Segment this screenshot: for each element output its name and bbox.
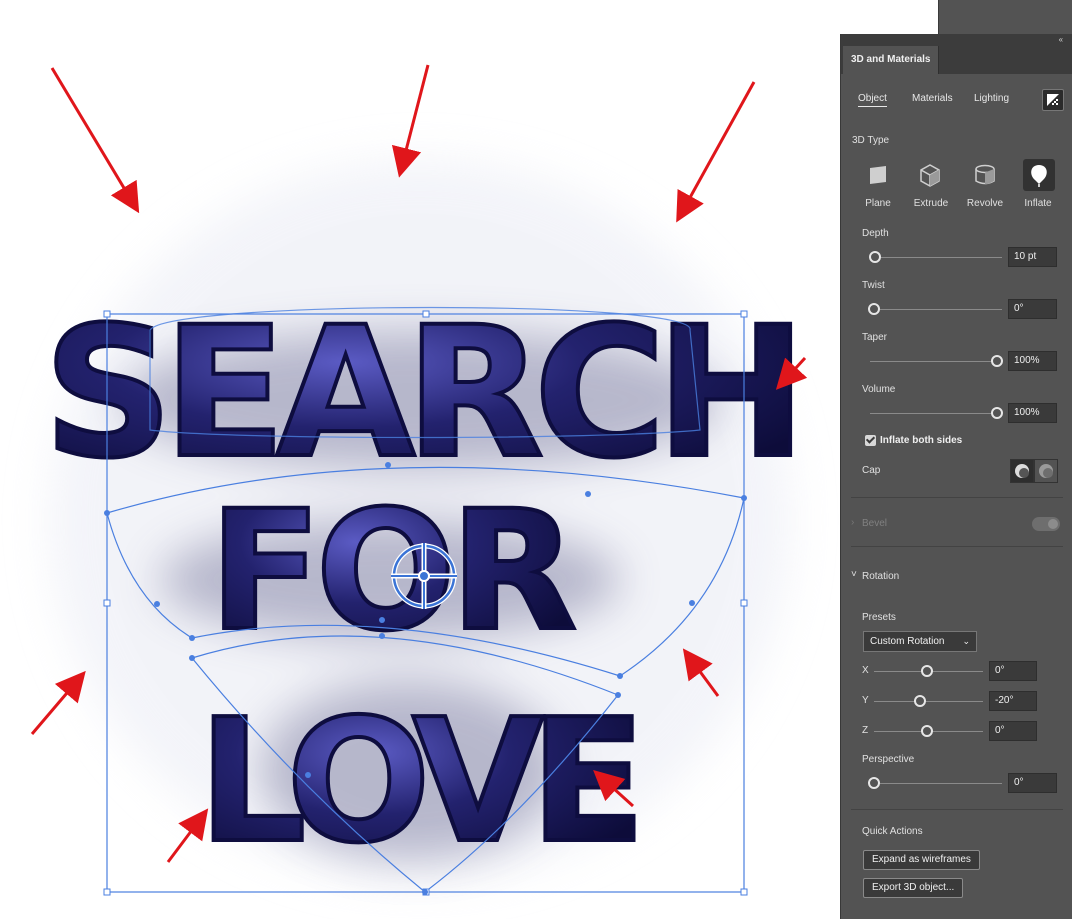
app-frame-corner	[938, 0, 1072, 34]
z-slider-thumb[interactable]	[921, 725, 933, 737]
chevron-down-icon: ⌄	[962, 636, 970, 646]
z-label: Z	[862, 725, 869, 736]
type-inflate-button[interactable]	[1023, 159, 1055, 191]
rotation-chevron-icon[interactable]: ˅	[851, 569, 857, 580]
cap-label: Cap	[862, 465, 881, 476]
3d-type-label: 3D Type	[852, 135, 890, 146]
type-plane-button[interactable]	[862, 159, 894, 191]
extrude-icon	[920, 164, 940, 187]
love-word: LOVE	[198, 683, 634, 881]
collapse-icon[interactable]: ‹‹	[1059, 35, 1063, 44]
depth-slider-thumb[interactable]	[869, 251, 881, 263]
z-field[interactable]: 0°	[989, 721, 1037, 741]
puffy-text-search: SEARCH	[41, 287, 808, 500]
twist-slider-track[interactable]	[870, 309, 1002, 310]
volume-slider-thumb[interactable]	[991, 407, 1003, 419]
type-plane-label: Plane	[865, 198, 891, 209]
inflate-both-sides-checkbox[interactable]	[865, 435, 876, 446]
volume-slider-track[interactable]	[870, 413, 1002, 414]
inflate-both-sides-label: Inflate both sides	[880, 435, 963, 446]
tab-lighting[interactable]: Lighting	[974, 93, 1009, 104]
type-revolve-label: Revolve	[966, 198, 1004, 209]
tab-materials[interactable]: Materials	[912, 93, 953, 104]
depth-label: Depth	[862, 228, 889, 239]
tab-object[interactable]: Object	[858, 93, 887, 107]
panel-tabbar: 3D and Materials	[841, 46, 1072, 74]
bevel-chevron-icon[interactable]: ›	[851, 517, 854, 528]
rotation-label[interactable]: Rotation	[862, 571, 899, 582]
volume-field[interactable]: 100%	[1008, 403, 1057, 423]
divider	[851, 497, 1063, 498]
y-label: Y	[862, 695, 869, 706]
type-extrude-label: Extrude	[913, 198, 949, 209]
cap-off-icon	[1039, 464, 1053, 478]
volume-label: Volume	[862, 384, 896, 395]
presets-label: Presets	[862, 612, 896, 623]
perspective-slider-thumb[interactable]	[868, 777, 880, 789]
y-slider-track[interactable]	[874, 701, 983, 702]
inflate-icon	[1031, 165, 1047, 187]
y-field[interactable]: -20°	[989, 691, 1037, 711]
arrow-icon	[30, 670, 86, 735]
rotation-preset-select[interactable]: Custom Rotation ⌄	[863, 631, 977, 652]
bevel-label[interactable]: Bevel	[862, 518, 887, 529]
arrow-icon	[391, 64, 430, 178]
expand-as-wireframes-button[interactable]: Expand as wireframes	[863, 850, 980, 870]
revolve-icon	[975, 164, 995, 185]
perspective-label: Perspective	[862, 754, 915, 765]
taper-field[interactable]: 100%	[1008, 351, 1057, 371]
artboard-canvas[interactable]: SEARCH FOR LOVE	[0, 0, 840, 919]
type-revolve-button[interactable]	[969, 159, 1001, 191]
taper-slider-thumb[interactable]	[991, 355, 1003, 367]
render-icon	[1047, 94, 1059, 106]
divider	[851, 809, 1063, 810]
cap-on-icon	[1015, 464, 1029, 478]
bevel-toggle[interactable]	[1032, 517, 1060, 531]
quick-actions-label: Quick Actions	[862, 826, 923, 837]
perspective-field[interactable]: 0°	[1008, 773, 1057, 793]
taper-label: Taper	[862, 332, 888, 343]
x-label: X	[862, 665, 869, 676]
puffy-text-love: LOVE	[196, 681, 650, 883]
y-slider-thumb[interactable]	[914, 695, 926, 707]
depth-field[interactable]: 10 pt	[1008, 247, 1057, 267]
panel-tab-3d-materials[interactable]: 3D and Materials	[843, 46, 940, 74]
twist-field[interactable]: 0°	[1008, 299, 1057, 319]
divider	[851, 546, 1063, 547]
cap-off-button[interactable]	[1034, 459, 1058, 483]
type-extrude-button[interactable]	[914, 159, 946, 191]
preset-value: Custom Rotation	[870, 636, 945, 647]
panel-collapse-bar: ‹‹	[841, 34, 1072, 46]
arrow-icon	[50, 67, 140, 214]
x-field[interactable]: 0°	[989, 661, 1037, 681]
x-slider-thumb[interactable]	[921, 665, 933, 677]
search-word: SEARCH	[43, 289, 796, 498]
cap-on-button[interactable]	[1010, 459, 1034, 483]
render-button[interactable]	[1042, 89, 1064, 111]
type-inflate-label: Inflate	[1024, 198, 1052, 209]
plane-icon	[870, 166, 886, 184]
3d-materials-panel: ‹‹ 3D and Materials Object Materials Lig…	[840, 34, 1072, 919]
twist-slider-thumb[interactable]	[868, 303, 880, 315]
perspective-slider-track[interactable]	[870, 783, 1002, 784]
depth-slider-track[interactable]	[870, 257, 1002, 258]
arrow-icon	[676, 81, 756, 223]
artwork: SEARCH FOR LOVE	[30, 64, 809, 896]
arrow-icon	[166, 808, 209, 863]
twist-label: Twist	[862, 280, 885, 291]
export-3d-object-button[interactable]: Export 3D object...	[863, 878, 964, 898]
taper-slider-track[interactable]	[870, 361, 1002, 362]
